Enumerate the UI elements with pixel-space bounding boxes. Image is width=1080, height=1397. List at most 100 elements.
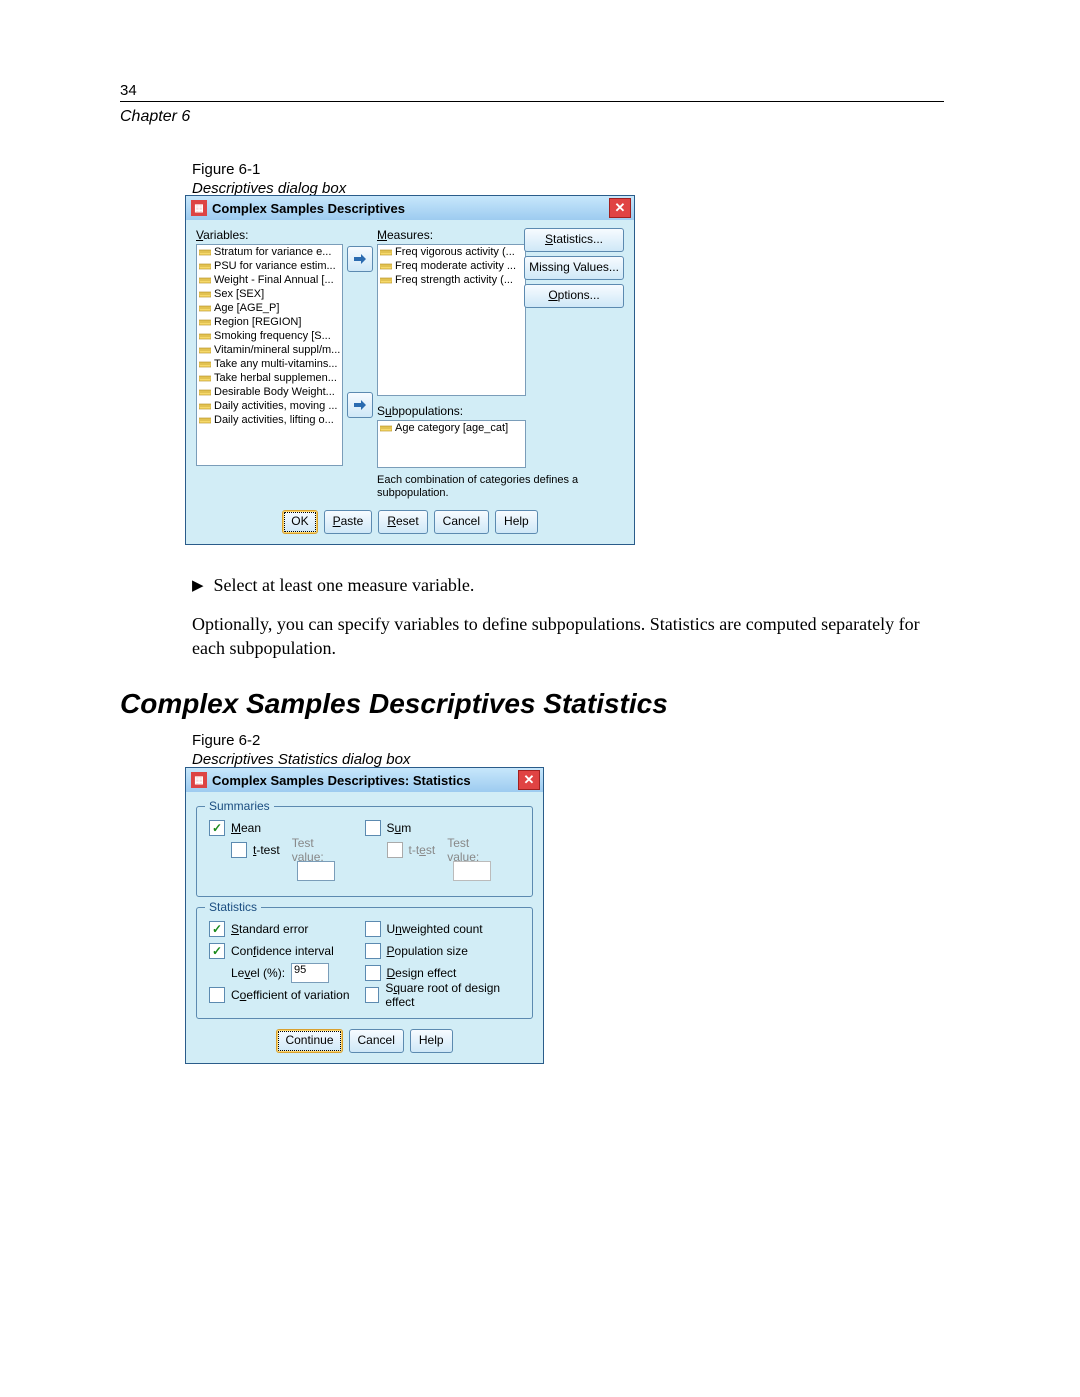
list-item[interactable]: Daily activities, moving ... bbox=[197, 399, 342, 413]
help-button[interactable]: Help bbox=[495, 510, 538, 534]
list-item[interactable]: Daily activities, lifting o... bbox=[197, 413, 342, 427]
standard-error-checkbox[interactable]: Standard error bbox=[209, 918, 365, 940]
checkbox-icon bbox=[365, 965, 381, 981]
move-to-measures-button[interactable] bbox=[347, 246, 373, 272]
list-item[interactable]: Desirable Body Weight... bbox=[197, 385, 342, 399]
help-button[interactable]: Help bbox=[410, 1029, 453, 1053]
list-item[interactable]: Freq strength activity (... bbox=[378, 273, 525, 287]
paste-button[interactable]: Paste bbox=[324, 510, 373, 534]
move-to-subpop-button[interactable] bbox=[347, 392, 373, 418]
statistics-button-label: tatistics... bbox=[553, 232, 603, 246]
population-size-checkbox[interactable]: Population size bbox=[365, 940, 521, 962]
variables-listbox[interactable]: Stratum for variance e...PSU for varianc… bbox=[196, 244, 343, 466]
ruler-icon bbox=[199, 331, 211, 341]
dialog1-titlebar[interactable]: ▦ Complex Samples Descriptives ✕ bbox=[186, 196, 634, 220]
page-number: 34 bbox=[120, 82, 137, 99]
test-value-label: Testvalue: bbox=[292, 836, 324, 864]
list-item-label: Age [AGE_P] bbox=[214, 302, 279, 314]
dialog2-titlebar[interactable]: ▦ Complex Samples Descriptives: Statisti… bbox=[186, 768, 543, 792]
summaries-group: Summaries Mean t-test Testvalue: bbox=[196, 806, 533, 897]
ruler-icon bbox=[199, 359, 211, 369]
ruler-icon bbox=[199, 317, 211, 327]
close-icon[interactable]: ✕ bbox=[518, 770, 540, 790]
list-item-label: Desirable Body Weight... bbox=[214, 386, 335, 398]
coefficient-variation-checkbox[interactable]: Coefficient of variation bbox=[209, 984, 365, 1006]
cancel-button[interactable]: Cancel bbox=[434, 510, 489, 534]
mean-test-value-input[interactable] bbox=[297, 861, 335, 881]
chapter-label: Chapter 6 bbox=[120, 108, 190, 126]
list-item[interactable]: Freq moderate activity ... bbox=[378, 259, 525, 273]
subpopulations-listbox[interactable]: Age category [age_cat] bbox=[377, 420, 526, 468]
unweighted-count-checkbox[interactable]: Unweighted count bbox=[365, 918, 521, 940]
body-paragraph: Optionally, you can specify variables to… bbox=[192, 612, 942, 661]
ok-button[interactable]: OK bbox=[282, 510, 317, 534]
statistics-button[interactable]: Statistics... bbox=[524, 228, 624, 252]
list-item-label: Take any multi-vitamins... bbox=[214, 358, 337, 370]
list-item[interactable]: Freq vigorous activity (... bbox=[378, 245, 525, 259]
ruler-icon bbox=[199, 387, 211, 397]
checkbox-icon bbox=[209, 943, 225, 959]
missing-values-button[interactable]: Missing Values... bbox=[524, 256, 624, 280]
list-item[interactable]: Take any multi-vitamins... bbox=[197, 357, 342, 371]
figure2-caption: Descriptives Statistics dialog box bbox=[192, 751, 410, 768]
list-item-label: Freq vigorous activity (... bbox=[395, 246, 515, 258]
summaries-title: Summaries bbox=[205, 799, 274, 813]
arrow-right-icon bbox=[353, 253, 367, 265]
list-item[interactable]: Age [AGE_P] bbox=[197, 301, 342, 315]
ruler-icon bbox=[199, 415, 211, 425]
continue-button[interactable]: Continue bbox=[276, 1029, 342, 1053]
list-item[interactable]: PSU for variance estim... bbox=[197, 259, 342, 273]
dialog2-title: Complex Samples Descriptives: Statistics bbox=[212, 773, 518, 788]
list-item-label: Freq strength activity (... bbox=[395, 274, 513, 286]
ruler-icon bbox=[199, 275, 211, 285]
ruler-icon bbox=[199, 401, 211, 411]
statistics-group: Statistics Standard error Confidence int… bbox=[196, 907, 533, 1019]
list-item[interactable]: Take herbal supplemen... bbox=[197, 371, 342, 385]
measures-listbox[interactable]: Freq vigorous activity (... Freq moderate… bbox=[377, 244, 526, 396]
bullet-icon: ▶ bbox=[192, 576, 204, 600]
ruler-icon bbox=[199, 303, 211, 313]
test-value-label: Testvalue: bbox=[447, 836, 479, 864]
reset-button[interactable]: Reset bbox=[378, 510, 427, 534]
close-icon[interactable]: ✕ bbox=[609, 198, 631, 218]
level-row: Level (%): 95 bbox=[231, 962, 365, 984]
checkbox-icon bbox=[231, 842, 247, 858]
sum-checkbox[interactable]: Sum bbox=[365, 817, 521, 839]
dialog1-title: Complex Samples Descriptives bbox=[212, 201, 609, 216]
ruler-icon bbox=[199, 373, 211, 383]
list-item-label: Stratum for variance e... bbox=[214, 246, 331, 258]
app-icon: ▦ bbox=[191, 772, 207, 788]
list-item-label: Smoking frequency [S... bbox=[214, 330, 331, 342]
section-heading: Complex Samples Descriptives Statistics bbox=[120, 688, 668, 720]
list-item[interactable]: Vitamin/mineral suppl/m... bbox=[197, 343, 342, 357]
ruler-icon bbox=[380, 423, 392, 433]
checkbox-icon bbox=[365, 943, 381, 959]
sqrt-design-effect-checkbox[interactable]: Square root of design effect bbox=[365, 984, 521, 1006]
list-item[interactable]: Region [REGION] bbox=[197, 315, 342, 329]
ruler-icon bbox=[380, 261, 392, 271]
ruler-icon bbox=[380, 247, 392, 257]
list-item[interactable]: Smoking frequency [S... bbox=[197, 329, 342, 343]
list-item-label: Sex [SEX] bbox=[214, 288, 264, 300]
checkbox-icon bbox=[209, 820, 225, 836]
figure2-label: Figure 6-2 bbox=[192, 731, 410, 751]
checkbox-icon bbox=[365, 820, 381, 836]
mean-ttest-checkbox[interactable]: t-test Testvalue: bbox=[231, 839, 365, 861]
list-item-label: Take herbal supplemen... bbox=[214, 372, 337, 384]
list-item-label: Freq moderate activity ... bbox=[395, 260, 516, 272]
list-item[interactable]: Stratum for variance e... bbox=[197, 245, 342, 259]
list-item[interactable]: Sex [SEX] bbox=[197, 287, 342, 301]
list-item-label: Daily activities, lifting o... bbox=[214, 414, 334, 426]
cancel-button[interactable]: Cancel bbox=[349, 1029, 404, 1053]
options-button[interactable]: Options... bbox=[524, 284, 624, 308]
checkbox-icon bbox=[387, 842, 403, 858]
list-item[interactable]: Weight - Final Annual [... bbox=[197, 273, 342, 287]
ruler-icon bbox=[380, 275, 392, 285]
mean-checkbox[interactable]: Mean bbox=[209, 817, 365, 839]
confidence-interval-checkbox[interactable]: Confidence interval bbox=[209, 940, 365, 962]
checkbox-icon bbox=[365, 987, 380, 1003]
list-item[interactable]: Age category [age_cat] bbox=[378, 421, 525, 435]
checkbox-icon bbox=[209, 987, 225, 1003]
descriptives-dialog: ▦ Complex Samples Descriptives ✕ Statist… bbox=[185, 195, 635, 545]
level-input[interactable]: 95 bbox=[291, 963, 329, 983]
